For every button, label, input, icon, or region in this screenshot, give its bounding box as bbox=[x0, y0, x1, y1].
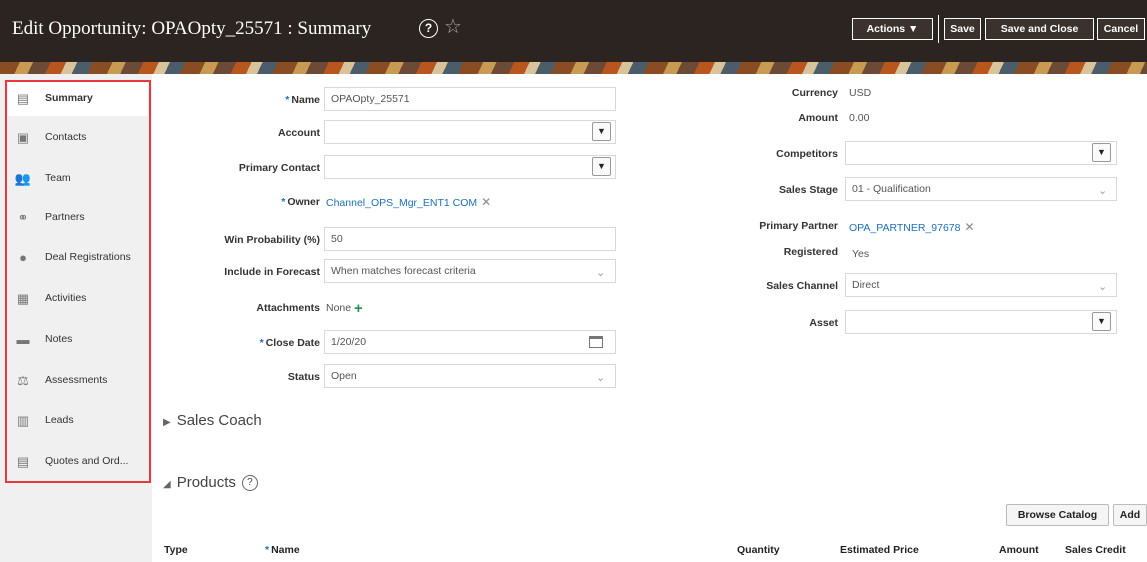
products-section-header[interactable]: ◢ Products? bbox=[163, 474, 258, 491]
sidebar-item-summary[interactable]: ▤ Summary bbox=[8, 82, 148, 116]
primary-contact-dropdown-button[interactable]: ▼ bbox=[592, 157, 611, 176]
competitors-dropdown-button[interactable]: ▼ bbox=[1092, 143, 1111, 162]
asset-input[interactable] bbox=[845, 310, 1117, 334]
sidebar-item-label: Notes bbox=[45, 333, 73, 345]
account-input[interactable] bbox=[324, 120, 616, 144]
help-icon[interactable]: ? bbox=[419, 19, 438, 38]
help-icon[interactable]: ? bbox=[241, 475, 258, 491]
competitors-label: Competitors bbox=[776, 148, 838, 160]
column-header-name: * Name bbox=[265, 544, 300, 556]
attachments-value: None bbox=[326, 302, 352, 314]
sales-channel-select[interactable]: Direct bbox=[845, 273, 1117, 297]
actions-button[interactable]: Actions ▼ bbox=[852, 18, 933, 40]
partners-icon: ⚭ bbox=[17, 210, 29, 225]
registered-value: Yes bbox=[852, 248, 870, 260]
primary-partner-label: Primary Partner bbox=[759, 220, 838, 232]
sidebar-item-label: Team bbox=[45, 172, 71, 184]
column-header-amount: Amount bbox=[999, 544, 1039, 556]
add-attachment-icon[interactable]: + bbox=[354, 301, 363, 316]
sales-channel-label: Sales Channel bbox=[766, 280, 838, 292]
attachments-label: Attachments bbox=[256, 302, 320, 314]
sidebar-item-leads[interactable]: ▥ Leads bbox=[8, 404, 148, 438]
sidebar-item-label: Contacts bbox=[45, 131, 87, 143]
sidebar-item-quotes-and-orders[interactable]: ▤ Quotes and Ord... bbox=[8, 445, 148, 479]
owner-label: * Owner bbox=[281, 196, 320, 208]
quotes-icon: ▤ bbox=[16, 454, 30, 469]
calendar-icon[interactable] bbox=[589, 336, 603, 348]
remove-owner-icon[interactable]: ✕ bbox=[481, 195, 491, 209]
leads-icon: ▥ bbox=[16, 413, 30, 428]
remove-partner-icon[interactable]: ✕ bbox=[964, 220, 974, 234]
account-label: Account bbox=[278, 127, 320, 139]
deal-registrations-icon: ● bbox=[19, 250, 27, 265]
activities-icon: ▦ bbox=[16, 291, 30, 306]
expand-triangle-icon: ▶ bbox=[163, 417, 171, 428]
sidebar-item-activities[interactable]: ▦ Activities bbox=[8, 282, 148, 316]
name-label: * Name bbox=[285, 94, 320, 106]
chevron-down-icon: ⌄ bbox=[596, 372, 606, 384]
decorative-banner bbox=[0, 62, 1147, 74]
add-product-button[interactable]: Add bbox=[1113, 504, 1147, 526]
column-header-quantity: Quantity bbox=[737, 544, 780, 556]
sidebar-item-assessments[interactable]: ⚖ Assessments bbox=[8, 364, 148, 398]
include-in-forecast-select[interactable]: When matches forecast criteria bbox=[324, 259, 616, 283]
account-dropdown-button[interactable]: ▼ bbox=[592, 122, 611, 141]
sidebar-item-label: Assessments bbox=[45, 374, 108, 386]
amount-value: 0.00 bbox=[849, 112, 870, 124]
assessments-icon: ⚖ bbox=[17, 373, 29, 388]
sidebar-item-team[interactable]: 👥 Team bbox=[8, 162, 148, 196]
primary-partner-link[interactable]: OPA_PARTNER_97678 ✕ bbox=[849, 220, 975, 234]
close-date-input[interactable]: 1/20/20 bbox=[324, 330, 616, 354]
page-header: Edit Opportunity: OPAOpty_25571 : Summar… bbox=[0, 0, 1147, 62]
sidebar-item-contacts[interactable]: ▣ Contacts bbox=[8, 121, 148, 155]
status-select[interactable]: Open bbox=[324, 364, 616, 388]
team-icon: 👥 bbox=[14, 171, 32, 186]
collapse-triangle-icon: ◢ bbox=[163, 479, 171, 490]
status-label: Status bbox=[287, 371, 320, 383]
sidebar-item-partners[interactable]: ⚭ Partners bbox=[8, 201, 148, 235]
currency-label: Currency bbox=[791, 87, 838, 99]
owner-link[interactable]: Channel_OPS_Mgr_ENT1 COM ✕ bbox=[326, 195, 491, 209]
win-probability-input[interactable]: 50 bbox=[324, 227, 616, 251]
sidebar-item-label: Leads bbox=[45, 414, 74, 426]
name-input[interactable]: OPAOpty_25571 bbox=[324, 87, 616, 111]
browse-catalog-button[interactable]: Browse Catalog bbox=[1006, 504, 1109, 526]
sidebar-item-label: Quotes and Ord... bbox=[45, 455, 129, 467]
header-separator bbox=[938, 15, 939, 43]
sales-stage-select[interactable]: 01 - Qualification bbox=[845, 177, 1117, 201]
chevron-down-icon: ⌄ bbox=[596, 267, 606, 279]
asset-label: Asset bbox=[809, 317, 838, 329]
sales-coach-section-header[interactable]: ▶ Sales Coach bbox=[163, 412, 262, 429]
amount-label: Amount bbox=[798, 112, 838, 124]
column-header-sales-credit: Sales Credit bbox=[1065, 544, 1126, 556]
sidebar-item-label: Activities bbox=[45, 292, 87, 304]
column-header-estimated-price: Estimated Price bbox=[840, 544, 919, 556]
column-header-type: Type bbox=[164, 544, 188, 556]
asset-dropdown-button[interactable]: ▼ bbox=[1092, 312, 1111, 331]
primary-contact-label: Primary Contact bbox=[238, 162, 320, 174]
registered-label: Registered bbox=[783, 246, 838, 258]
cancel-button[interactable]: Cancel bbox=[1097, 18, 1145, 40]
sidebar-item-label: Deal Registrations bbox=[45, 251, 131, 263]
currency-value: USD bbox=[849, 87, 872, 99]
contacts-icon: ▣ bbox=[16, 130, 30, 145]
page-title: Edit Opportunity: OPAOpty_25571 : Summar… bbox=[12, 18, 372, 39]
chevron-down-icon: ⌄ bbox=[1098, 281, 1108, 293]
save-button[interactable]: Save bbox=[944, 18, 981, 40]
sidebar-item-label: Partners bbox=[45, 211, 85, 223]
summary-icon: ▤ bbox=[16, 91, 30, 106]
include-in-forecast-label: Include in Forecast bbox=[224, 266, 320, 278]
sidebar-item-label: Summary bbox=[45, 92, 93, 104]
sidebar-item-deal-registrations[interactable]: ● Deal Registrations bbox=[8, 241, 148, 275]
notes-icon: ▬ bbox=[16, 332, 30, 347]
sidebar-item-notes[interactable]: ▬ Notes bbox=[8, 323, 148, 357]
save-and-close-button[interactable]: Save and Close bbox=[985, 18, 1094, 40]
chevron-down-icon: ⌄ bbox=[1098, 185, 1108, 197]
sales-stage-label: Sales Stage bbox=[779, 184, 838, 196]
favorite-star-icon[interactable]: ☆ bbox=[444, 16, 462, 38]
primary-contact-input[interactable] bbox=[324, 155, 616, 179]
competitors-input[interactable] bbox=[845, 141, 1117, 165]
win-probability-label: Win Probability (%) bbox=[224, 234, 320, 246]
close-date-label: * Close Date bbox=[259, 337, 320, 349]
